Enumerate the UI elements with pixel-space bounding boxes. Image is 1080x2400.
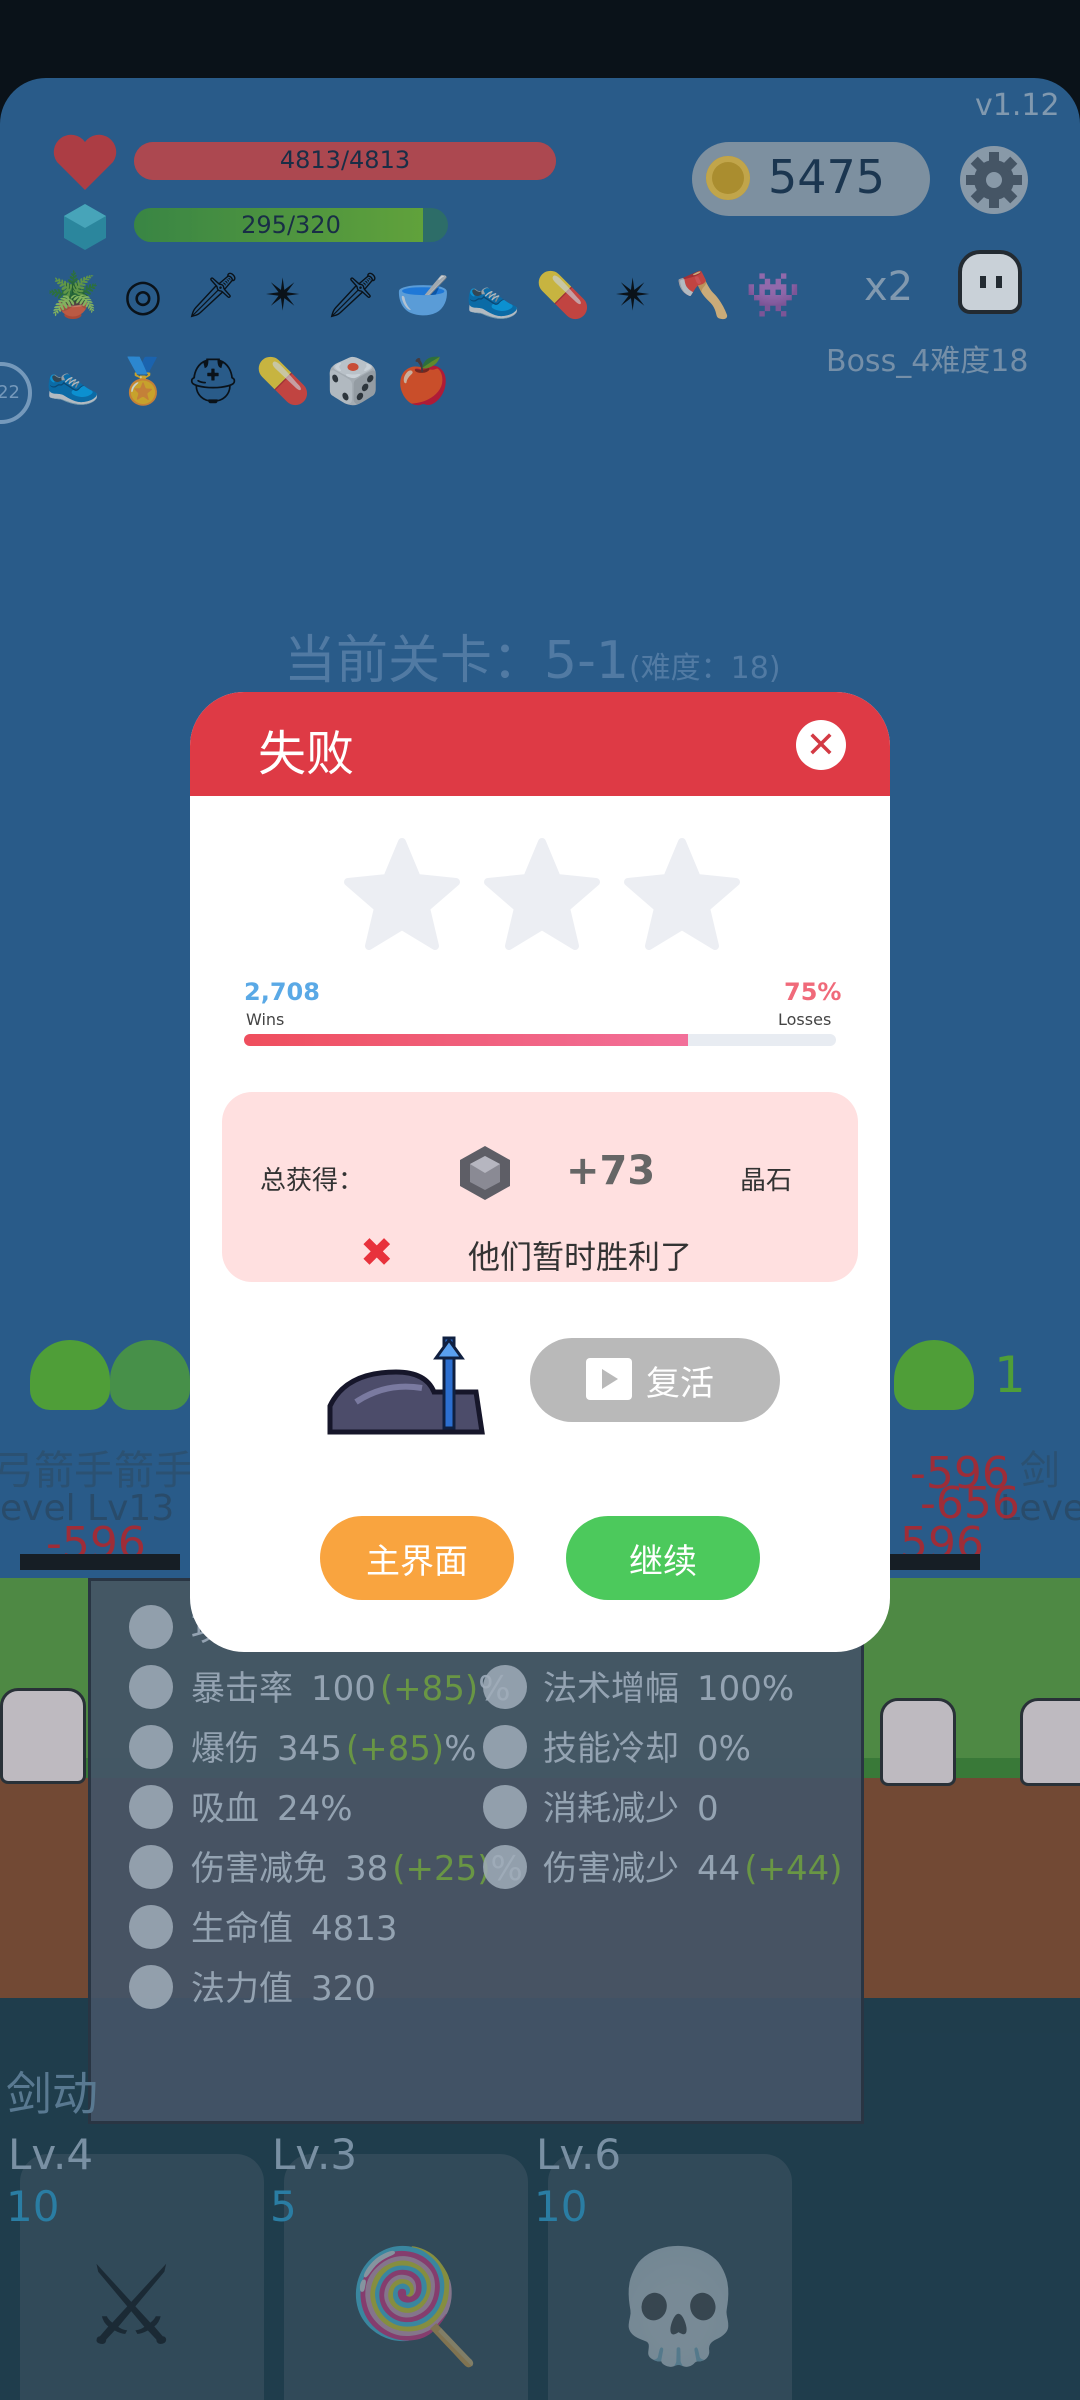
wins-value: 2,708 <box>244 978 320 1006</box>
star-icon <box>624 838 740 950</box>
defeat-dialog: 失败 ✕ 2,708 Wins 75% Losses 总获得： +73 晶石 ✖… <box>190 692 890 1652</box>
continue-label: 继续 <box>629 1542 697 1582</box>
video-ad-icon <box>586 1358 632 1400</box>
close-icon: ✕ <box>805 724 837 766</box>
reward-unit: 晶石 <box>740 1166 793 1196</box>
wins-label: Wins <box>246 1010 285 1029</box>
fail-x-icon: ✖ <box>360 1230 394 1276</box>
crystal-gem-icon <box>460 1146 510 1200</box>
main-menu-label: 主界面 <box>366 1542 468 1582</box>
loss-progress-fill <box>244 1034 688 1046</box>
star-icon <box>344 838 460 950</box>
reward-label: 总获得： <box>260 1166 365 1196</box>
losses-label: Losses <box>778 1010 832 1029</box>
losses-value: 75% <box>784 978 842 1006</box>
star-icon <box>484 838 600 950</box>
wizard-hat-icon <box>327 1336 485 1435</box>
continue-button[interactable]: 继续 <box>566 1516 760 1600</box>
reward-amount: +73 <box>566 1148 656 1194</box>
reward-box: 总获得： +73 晶石 ✖ 他们暂时胜利了 <box>222 1092 858 1282</box>
main-menu-button[interactable]: 主界面 <box>320 1516 514 1600</box>
revive-ad-button[interactable]: 复活 <box>530 1338 780 1422</box>
revive-label: 复活 <box>646 1364 714 1404</box>
fail-message: 他们暂时胜利了 <box>468 1238 693 1276</box>
close-button[interactable]: ✕ <box>796 720 846 770</box>
win-loss-progress <box>244 1034 836 1046</box>
dialog-title: 失败 <box>258 726 355 782</box>
dialog-header: 失败 ✕ <box>190 692 890 796</box>
